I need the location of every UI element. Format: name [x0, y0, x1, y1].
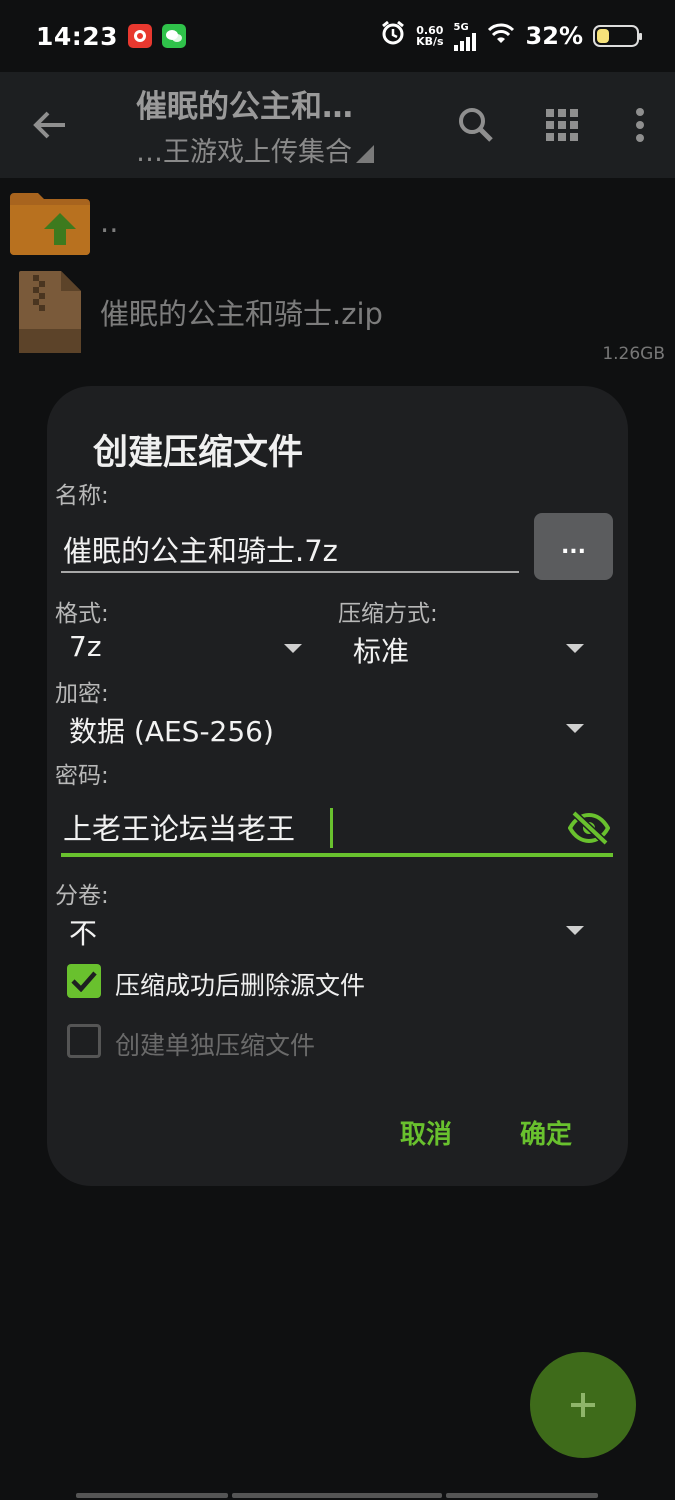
name-label: 名称:	[55, 483, 109, 509]
password-input[interactable]: 上老王论坛当老王	[61, 802, 613, 858]
archive-name-input[interactable]: 催眠的公主和骑士.7z	[63, 528, 338, 570]
search-icon	[459, 108, 493, 142]
delete-after-label: 压缩成功后删除源文件	[115, 971, 366, 1000]
encryption-select[interactable]: 数据 (AES-256)	[61, 706, 597, 752]
signal-icon: 5G	[453, 22, 476, 51]
password-label: 密码:	[55, 763, 109, 789]
nav-indicator	[232, 1493, 442, 1498]
encryption-label: 加密:	[55, 681, 109, 707]
app-toolbar: 催眠的公主和… …王游戏上传集合	[0, 72, 675, 178]
nav-indicator	[446, 1493, 598, 1498]
format-select[interactable]: 7z	[61, 626, 311, 672]
wechat-icon	[162, 24, 187, 48]
nav-indicator	[76, 1493, 228, 1498]
delete-after-checkbox[interactable]	[67, 964, 101, 998]
browse-button[interactable]: ...	[534, 513, 613, 580]
format-value: 7z	[69, 630, 102, 663]
text-cursor	[330, 808, 333, 848]
password-underline	[61, 853, 613, 857]
check-icon	[71, 971, 97, 992]
file-name: 催眠的公主和骑士.zip	[100, 297, 383, 331]
path-title[interactable]: 催眠的公主和… …王游戏上传集合	[100, 81, 433, 169]
battery-icon	[593, 25, 642, 47]
method-select[interactable]: 标准	[347, 626, 597, 672]
chevron-down-icon	[566, 644, 584, 653]
dropdown-corner-icon	[356, 145, 374, 163]
separate-archive-checkbox[interactable]	[67, 1024, 101, 1058]
back-button[interactable]	[0, 72, 100, 178]
page-title: 催眠的公主和…	[136, 89, 353, 125]
search-button[interactable]	[433, 72, 519, 178]
more-vert-icon	[636, 108, 644, 142]
create-archive-dialog: 创建压缩文件 名称: 催眠的公主和骑士.7z ... 格式: 7z 压缩方式: …	[47, 386, 628, 1186]
grid-view-button[interactable]	[519, 72, 605, 178]
method-label: 压缩方式:	[338, 601, 438, 627]
wifi-icon	[486, 21, 516, 51]
back-arrow-icon	[33, 111, 65, 139]
page-subtitle: …王游戏上传集合	[136, 137, 352, 168]
status-time: 14:23	[36, 21, 119, 51]
notification-app-icon	[128, 24, 153, 48]
delete-after-option[interactable]: 压缩成功后删除源文件	[65, 960, 585, 1004]
method-value: 标准	[353, 635, 410, 668]
separate-archive-label: 创建单独压缩文件	[115, 1031, 316, 1060]
split-label: 分卷:	[55, 883, 109, 909]
more-options-button[interactable]	[605, 72, 675, 178]
file-size: 1.26GB	[602, 344, 665, 364]
chevron-down-icon	[284, 644, 302, 653]
cancel-button[interactable]: 取消	[400, 1114, 452, 1151]
file-name: ..	[100, 205, 119, 239]
toggle-password-visibility[interactable]	[565, 806, 613, 850]
list-item-zip[interactable]: 催眠的公主和骑士.zip 1.26GB	[0, 268, 675, 364]
add-fab-button[interactable]	[530, 1352, 636, 1458]
list-item-parent[interactable]: ..	[0, 178, 675, 266]
encryption-value: 数据 (AES-256)	[69, 715, 274, 748]
battery-percent: 32%	[525, 22, 583, 50]
chevron-down-icon	[566, 724, 584, 733]
file-list: .. 催眠的公主和骑士.zip 1.26GB	[0, 178, 675, 364]
password-value: 上老王论坛当老王	[63, 812, 296, 846]
split-value: 不	[69, 917, 98, 950]
dialog-title: 创建压缩文件	[93, 433, 304, 473]
alarm-icon	[380, 20, 406, 52]
eye-off-icon	[568, 811, 610, 845]
grid-view-icon	[546, 109, 578, 141]
net-speed: 0.60 KB/s	[416, 24, 444, 48]
name-underline	[61, 571, 519, 573]
format-label: 格式:	[55, 601, 109, 627]
folder-up-icon	[0, 178, 100, 266]
chevron-down-icon	[566, 926, 584, 935]
ok-button[interactable]: 确定	[520, 1114, 572, 1151]
zip-file-icon	[0, 268, 100, 356]
plus-icon	[571, 1393, 595, 1417]
status-bar: 14:23 0.60 KB/s 5G 32%	[0, 0, 675, 72]
split-select[interactable]: 不	[61, 908, 597, 954]
separate-archive-option[interactable]: 创建单独压缩文件	[65, 1020, 585, 1064]
